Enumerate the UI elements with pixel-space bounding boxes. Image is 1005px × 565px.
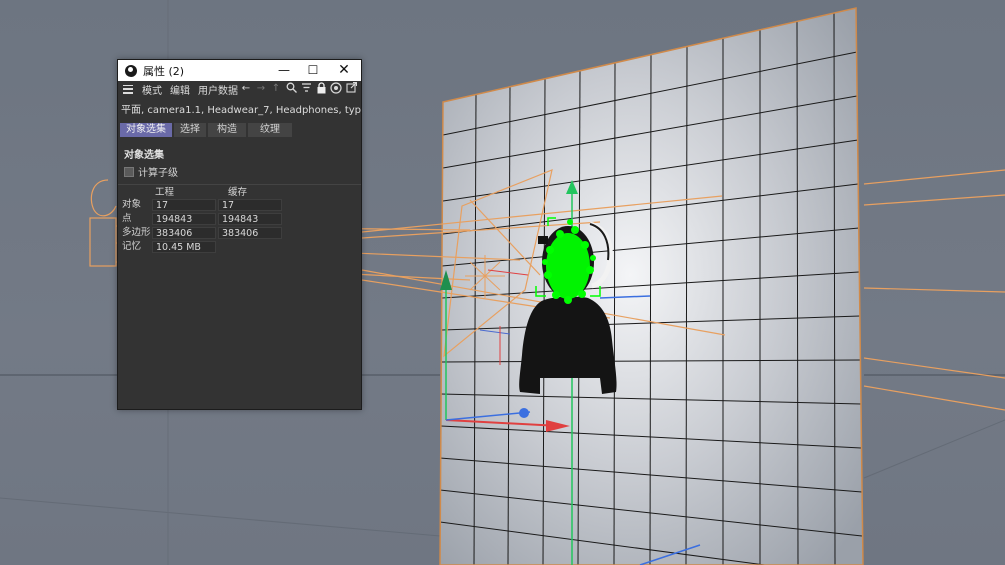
attribute-toolbar: ← → ↑: [240, 81, 357, 95]
calc-children-label: 计算子级: [138, 168, 178, 179]
calc-children-row[interactable]: 计算子级: [124, 164, 361, 179]
arrow-right-icon[interactable]: →: [255, 82, 267, 95]
stat-cache-value: 17: [218, 199, 282, 211]
tab-object-selection[interactable]: 对象选集: [120, 123, 172, 137]
stats-row-objects: 对象 17 17: [118, 198, 361, 212]
lock-icon[interactable]: [315, 82, 327, 95]
arrow-up-icon[interactable]: ↑: [270, 82, 282, 95]
arrow-left-icon[interactable]: ←: [240, 82, 252, 95]
minimize-button[interactable]: —: [269, 60, 299, 81]
menu-item-user-data[interactable]: 用户数据: [198, 82, 238, 97]
stats-row-memory: 记忆 10.45 MB: [118, 240, 361, 254]
hamburger-menu-icon[interactable]: [123, 84, 133, 94]
window-titlebar[interactable]: 属性 (2) — ☐ ✕: [118, 60, 361, 81]
tab-selection[interactable]: 选择: [174, 123, 206, 137]
tab-build[interactable]: 构造: [208, 123, 246, 137]
filter-icon[interactable]: [300, 82, 312, 95]
search-icon[interactable]: [285, 82, 297, 95]
stat-cache-value: 383406: [218, 227, 282, 239]
stat-label: 多边形: [122, 227, 151, 238]
cinema4d-app-icon: [125, 64, 137, 77]
stats-row-points: 点 194843 194843: [118, 212, 361, 226]
maximize-button[interactable]: ☐: [298, 60, 328, 81]
stats-table: 工程 缓存 对象 17 17 点 194843 194843 多边形 38340…: [118, 187, 361, 254]
stats-row-polygons: 多边形 383406 383406: [118, 226, 361, 240]
stat-project-value: 17: [152, 199, 216, 211]
attribute-tabs: 对象选集 选择 构造 纹理: [118, 123, 361, 137]
section-title: 对象选集: [124, 150, 164, 161]
stat-project-value: 10.45 MB: [152, 241, 216, 253]
stat-project-value: 383406: [152, 227, 216, 239]
open-new-window-icon[interactable]: [345, 81, 357, 95]
menu-item-edit[interactable]: 编辑: [170, 82, 190, 97]
stat-label: 对象: [122, 199, 142, 210]
column-header-cache: 缓存: [228, 187, 248, 198]
divider: [118, 184, 361, 185]
stat-label: 记忆: [122, 241, 142, 252]
window-title: 属性 (2): [143, 64, 185, 78]
stat-label: 点: [122, 213, 132, 224]
floor-line: [863, 419, 1005, 479]
close-button[interactable]: ✕: [329, 60, 359, 81]
stat-cache-value: 194843: [218, 213, 282, 225]
attributes-window[interactable]: 属性 (2) — ☐ ✕ 模式 编辑 用户数据 ← → ↑ 平面, camera…: [117, 59, 362, 410]
target-icon[interactable]: [330, 82, 342, 95]
tab-texture[interactable]: 纹理: [248, 123, 292, 137]
stats-header-row: 工程 缓存: [118, 187, 361, 198]
menubar: 模式 编辑 用户数据 ← → ↑: [118, 81, 361, 97]
stat-project-value: 194843: [152, 213, 216, 225]
floor-line: [0, 497, 441, 537]
menu-item-mode[interactable]: 模式: [142, 82, 162, 97]
grid-plane: [440, 8, 863, 565]
column-header-project: 工程: [155, 187, 175, 198]
calc-children-checkbox[interactable]: [124, 166, 134, 177]
selected-objects-line: 平面, camera1.1, Headwear_7, Headphones, t…: [118, 101, 361, 120]
